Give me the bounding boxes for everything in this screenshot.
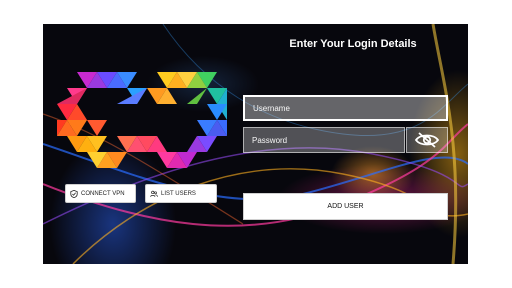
add-user-button[interactable]: ADD USER bbox=[243, 193, 448, 220]
password-input[interactable] bbox=[243, 127, 405, 153]
eye-off-icon bbox=[414, 132, 440, 148]
app-logo bbox=[57, 72, 227, 168]
connect-vpn-button[interactable]: CONNECT VPN bbox=[65, 184, 136, 203]
login-title: Enter Your Login Details bbox=[289, 38, 417, 50]
list-users-button[interactable]: LIST USERS bbox=[145, 184, 217, 203]
users-icon bbox=[150, 190, 158, 197]
username-input[interactable] bbox=[243, 95, 448, 121]
connect-vpn-label: CONNECT VPN bbox=[81, 190, 125, 197]
password-visibility-toggle[interactable] bbox=[406, 127, 448, 153]
app-screen: Enter Your Login Details CONNECT VPN LIS… bbox=[43, 24, 468, 264]
shield-check-icon bbox=[70, 189, 78, 198]
list-users-label: LIST USERS bbox=[161, 190, 196, 197]
